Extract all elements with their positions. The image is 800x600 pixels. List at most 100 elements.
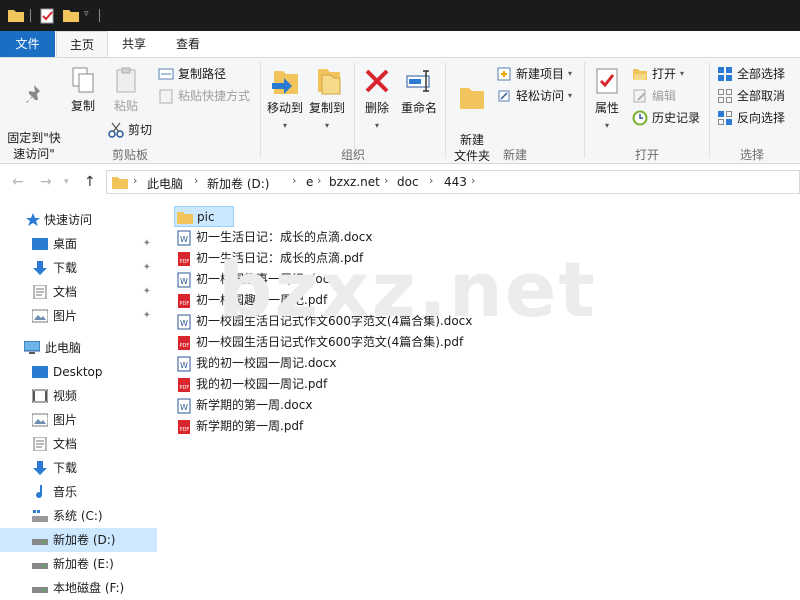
breadcrumb-item[interactable]: 443 <box>444 175 467 189</box>
sidebar-item-desktop-quick[interactable]: 桌面 ✦ <box>0 232 157 256</box>
system-drive-icon <box>32 510 48 522</box>
sidebar-item-downloads-quick[interactable]: 下载 ✦ <box>0 256 157 280</box>
breadcrumb-item[interactable]: e <box>306 175 313 189</box>
copy-label: 复制 <box>70 99 95 113</box>
document-icon <box>33 285 47 299</box>
open-dropdown-icon: ▾ <box>680 69 685 78</box>
edit-pencil-icon <box>633 89 646 103</box>
sidebar-item-downloads[interactable]: 下载 <box>0 456 157 480</box>
sidebar-item-system-c[interactable]: 系统 (C:) <box>0 504 157 528</box>
breadcrumb-item[interactable]: 新加卷 (D:) <box>207 175 269 192</box>
pdf-document-icon: PDF <box>178 336 190 350</box>
back-arrow-icon[interactable]: ← <box>12 174 24 190</box>
svg-text:W: W <box>180 235 188 244</box>
tab-file[interactable]: 文件 <box>0 31 55 57</box>
properties-dropdown-icon: ▾ <box>604 121 609 130</box>
sidebar-item-volume-e[interactable]: 新加卷 (E:) <box>0 552 157 576</box>
tab-view[interactable]: 查看 <box>160 31 216 57</box>
rename-button[interactable]: 重命名 <box>398 66 440 116</box>
sidebar-item-documents-quick[interactable]: 文档 ✦ <box>0 280 157 304</box>
breadcrumb-chevron-icon[interactable]: › <box>429 174 433 187</box>
word-document-icon: W <box>177 272 191 288</box>
sidebar-item-label: 图片 <box>53 413 78 427</box>
pdf-document-icon: PDF <box>178 252 190 266</box>
breadcrumb-chevron-icon[interactable]: › <box>133 174 137 187</box>
invert-selection-icon <box>718 111 732 125</box>
file-row-pdf[interactable]: PDF 新学期的第一周.pdf <box>174 416 434 437</box>
copy-to-icon <box>318 69 341 95</box>
sidebar-item-desktop[interactable]: Desktop <box>0 360 157 384</box>
copy-button[interactable]: 复制 <box>66 66 100 114</box>
navigation-bar: ← → ▾ ↑ › 此电脑 › 新加卷 (D:) › e › bzxz.net … <box>0 164 800 201</box>
svg-text:W: W <box>180 361 188 370</box>
paste-shortcut-label: 粘贴快捷方式 <box>178 89 251 103</box>
forward-arrow-icon[interactable]: → <box>40 174 52 190</box>
file-row-folder[interactable]: pic <box>174 206 234 227</box>
copy-to-button[interactable]: 复制到 ▾ <box>306 66 348 134</box>
sidebar-item-this-pc[interactable]: 此电脑 <box>0 336 157 360</box>
delete-button[interactable]: 删除 ▾ <box>360 66 394 134</box>
new-folder-icon[interactable] <box>63 8 79 22</box>
move-to-icon <box>272 71 298 94</box>
tab-share[interactable]: 共享 <box>108 31 160 57</box>
pinned-icon[interactable]: ✦ <box>143 280 151 304</box>
group-separator <box>584 62 585 158</box>
breadcrumb-chevron-icon[interactable]: › <box>194 174 198 187</box>
sidebar-item-quick-access[interactable]: 快速访问 <box>0 208 157 232</box>
navigation-pane: 快速访问 桌面 ✦ 下载 ✦ 文档 ✦ 图片 ✦ 此电脑 Desktop 视频 … <box>0 201 158 600</box>
properties-icon <box>596 68 618 94</box>
sidebar-item-videos[interactable]: 视频 <box>0 384 157 408</box>
copy-path-label: 复制路径 <box>178 67 227 81</box>
music-note-icon <box>36 485 43 499</box>
word-document-icon: W <box>177 230 191 246</box>
quick-access-dropdown-icon[interactable]: ▿ <box>84 9 89 19</box>
sidebar-item-music[interactable]: 音乐 <box>0 480 157 504</box>
up-arrow-icon[interactable]: ↑ <box>84 174 96 190</box>
properties-check-icon[interactable] <box>40 8 54 24</box>
computer-icon <box>24 341 40 354</box>
svg-text:W: W <box>180 277 188 286</box>
recent-locations-dropdown-icon[interactable]: ▾ <box>64 177 69 187</box>
delete-dropdown-icon: ▾ <box>374 121 379 130</box>
copy-to-dropdown-icon: ▾ <box>324 121 329 130</box>
sidebar-item-label: 文档 <box>53 285 78 299</box>
file-row-pdf[interactable]: PDF 初一校园生活日记式作文600字范文(4篇合集).pdf <box>174 332 514 353</box>
file-row-pdf[interactable]: PDF 我的初一校园一周记.pdf <box>174 374 434 395</box>
pinned-icon[interactable]: ✦ <box>143 256 151 280</box>
pinned-icon[interactable]: ✦ <box>143 304 151 328</box>
breadcrumb-item[interactable]: 此电脑 <box>147 175 183 192</box>
sidebar-item-label: 新加卷 (E:) <box>53 557 114 571</box>
paste-shortcut-icon <box>159 89 173 104</box>
ribbon-tabs: 文件 主页 共享 查看 <box>0 31 800 58</box>
copy-to-label: 复制到 <box>308 101 345 115</box>
breadcrumb-chevron-icon[interactable]: › <box>317 174 321 187</box>
sidebar-item-documents[interactable]: 文档 <box>0 432 157 456</box>
sidebar-item-volume-d[interactable]: 新加卷 (D:) <box>0 528 157 552</box>
svg-text:PDF: PDF <box>180 301 190 307</box>
tab-home[interactable]: 主页 <box>56 31 108 58</box>
drive-icon <box>32 539 48 545</box>
clipboard-group-label: 剪贴板 <box>111 148 148 162</box>
folder-icon <box>112 177 128 189</box>
properties-button[interactable]: 属性 ▾ <box>588 66 626 134</box>
group-separator <box>445 62 446 158</box>
sidebar-item-pictures-quick[interactable]: 图片 ✦ <box>0 304 157 328</box>
move-to-button[interactable]: 移动到 ▾ <box>264 66 306 134</box>
video-icon <box>32 389 48 403</box>
delete-x-icon <box>365 69 389 93</box>
file-row-docx[interactable]: W 新学期的第一周.docx <box>174 395 434 416</box>
breadcrumb-item[interactable]: doc <box>397 175 419 189</box>
breadcrumb-item[interactable]: bzxz.net <box>329 175 380 189</box>
breadcrumb-chevron-icon[interactable]: › <box>292 174 296 187</box>
sidebar-item-local-disk-f[interactable]: 本地磁盘 (F:) <box>0 576 157 600</box>
file-row-docx[interactable]: W 我的初一校园一周记.docx <box>174 353 434 374</box>
open-label: 打开 <box>652 67 677 81</box>
sidebar-item-pictures[interactable]: 图片 <box>0 408 157 432</box>
open-group-label: 打开 <box>634 148 659 162</box>
address-bar[interactable]: › 此电脑 › 新加卷 (D:) › e › bzxz.net › doc › … <box>106 170 800 194</box>
folder-icon <box>177 212 193 224</box>
pinned-icon[interactable]: ✦ <box>143 232 151 256</box>
breadcrumb-chevron-icon[interactable]: › <box>471 174 475 187</box>
breadcrumb-chevron-icon[interactable]: › <box>384 174 388 187</box>
paste-button[interactable]: 粘贴 <box>108 66 144 114</box>
